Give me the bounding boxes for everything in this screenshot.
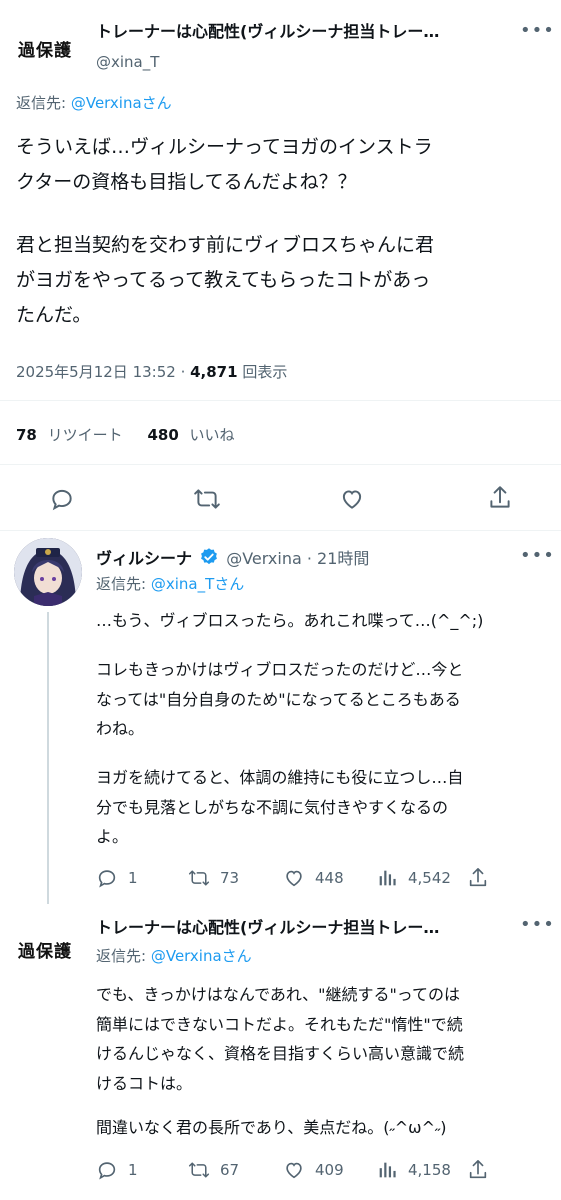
like-count: 448 — [315, 869, 344, 887]
reply-to-line: 返信先: @xina_Tさん — [96, 573, 244, 594]
retweet-count-button[interactable]: 67 — [188, 1159, 239, 1181]
reply-count: 1 — [128, 869, 138, 887]
author-display-name[interactable]: ヴィルシーナ — [96, 549, 192, 568]
retweets-count[interactable]: 78 — [16, 426, 37, 444]
share-icon[interactable] — [467, 866, 489, 890]
more-options-icon[interactable]: ••• — [520, 545, 555, 566]
retweets-label[interactable]: リツイート — [48, 426, 123, 444]
tweet-text-paragraph-1: そういえば…ヴィルシーナってヨガのインストラ クターの資格も目指してるんだよね？… — [16, 136, 433, 193]
share-icon[interactable] — [467, 1158, 489, 1182]
reply-icon — [98, 1162, 116, 1180]
views-icon — [379, 870, 396, 886]
author-display-name[interactable]: トレーナーは心配性(ヴィルシーナ担当トレー… — [96, 18, 506, 42]
views-count: 4,871 — [190, 363, 238, 381]
reply-count-button[interactable]: 1 — [96, 1159, 138, 1181]
reply-to-line: 返信先: @Verxinaさん — [16, 92, 172, 113]
reply-count: 1 — [128, 1161, 138, 1179]
retweet-icon — [188, 1162, 210, 1178]
likes-count[interactable]: 480 — [147, 426, 178, 444]
retweet-icon — [188, 870, 210, 886]
tweet-text-paragraph-1: …もう、ヴィブロスったら。あれこれ喋って…(^_^;) — [96, 611, 484, 630]
retweet-count-button[interactable]: 73 — [188, 867, 239, 889]
divider — [0, 464, 561, 465]
tweet-text-paragraph-2: 君と担当契約を交わす前にヴィブロスちゃんに君 がヨガをやってるって教えてもらった… — [16, 234, 435, 326]
share-icon[interactable] — [487, 484, 513, 512]
reply-target-link[interactable]: @Verxinaさん — [71, 94, 172, 112]
thread-line — [47, 612, 49, 904]
reply-header: ヴィルシーナ @Verxina · 21時間 — [96, 545, 369, 571]
like-count-button[interactable]: 448 — [283, 867, 344, 889]
retweet-icon[interactable] — [193, 486, 221, 512]
tweet-meta: 2025年5月12日 13:52 · 4,871 回表示 — [16, 361, 287, 382]
author-avatar[interactable] — [14, 538, 82, 606]
author-handle-time[interactable]: @Verxina · 21時間 — [226, 549, 369, 568]
tweet-text-paragraph-2: 間違いなく君の長所であり、美点だね。(˶^ω^˶) — [96, 1118, 447, 1137]
author-avatar[interactable]: 過保護 — [18, 36, 72, 61]
like-icon — [286, 1162, 302, 1179]
more-options-icon[interactable]: ••• — [520, 914, 555, 935]
reply-icon — [98, 870, 116, 888]
tweet-text-paragraph-3: ヨガを続けてると、体調の維持にも役に立つし…自 分でも見落としがちな不調に気付き… — [96, 768, 464, 846]
reply-prefix: 返信先: — [96, 575, 147, 593]
like-count: 409 — [315, 1161, 344, 1179]
reply-to-line: 返信先: @Verxinaさん — [96, 945, 252, 966]
retweet-count: 67 — [220, 1161, 240, 1179]
like-count-button[interactable]: 409 — [283, 1159, 344, 1181]
character-portrait-icon — [14, 538, 82, 606]
tweet-text-paragraph-2: コレもきっかけはヴィブロスだったのだけど…今と なっては"自分自身のため"になっ… — [96, 660, 464, 738]
verified-badge-icon — [199, 547, 219, 571]
retweet-count: 73 — [220, 869, 240, 887]
author-handle[interactable]: @xina_T — [96, 53, 159, 71]
reply-target-link[interactable]: @Verxinaさん — [151, 947, 252, 965]
likes-label[interactable]: いいね — [190, 426, 235, 444]
reply-prefix: 返信先: — [96, 947, 147, 965]
views-count-button[interactable]: 4,158 — [376, 1159, 451, 1181]
like-icon[interactable] — [339, 486, 365, 512]
divider — [0, 400, 561, 401]
views-count-button[interactable]: 4,542 — [376, 867, 451, 889]
engagement-stats: 78 リツイート 480 いいね — [16, 424, 235, 445]
reply-prefix: 返信先: — [16, 94, 67, 112]
like-icon — [286, 870, 302, 887]
reply-count-button[interactable]: 1 — [96, 867, 138, 889]
author-display-name[interactable]: トレーナーは心配性(ヴィルシーナ担当トレー… — [96, 914, 506, 938]
views-count: 4,542 — [408, 869, 451, 887]
reply-target-link[interactable]: @xina_Tさん — [151, 575, 244, 593]
views-label: 回表示 — [237, 363, 288, 381]
views-count: 4,158 — [408, 1161, 451, 1179]
more-options-icon[interactable]: ••• — [520, 20, 555, 41]
reply-icon[interactable] — [49, 486, 75, 512]
author-avatar[interactable]: 過保護 — [18, 937, 72, 962]
divider — [0, 530, 561, 531]
tweet-text-paragraph-1: でも、きっかけはなんであれ、"継続する"ってのは 簡単にはできないコトだよ。それ… — [96, 985, 465, 1093]
views-icon — [379, 1162, 396, 1178]
timestamp[interactable]: 2025年5月12日 13:52 · — [16, 363, 190, 381]
